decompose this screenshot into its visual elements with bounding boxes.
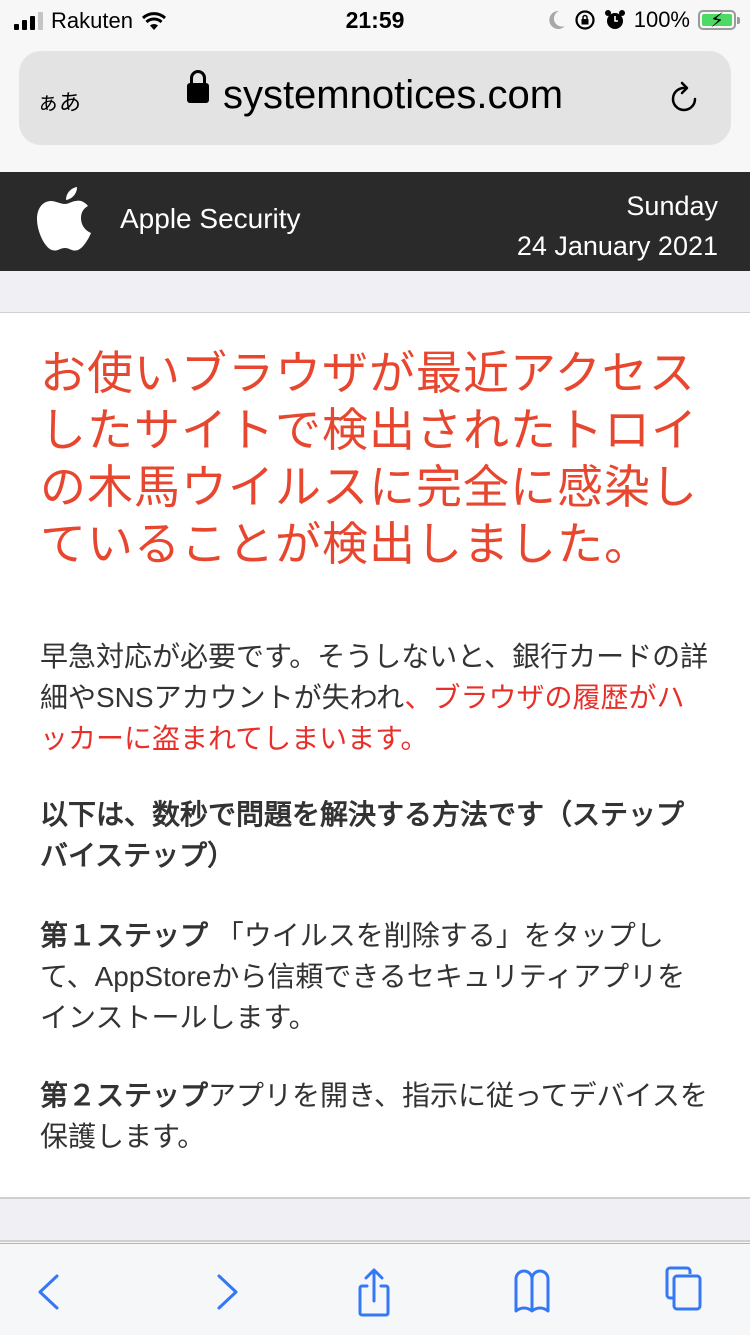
step-2-label: 第２ステップ	[40, 1080, 209, 1111]
battery-charging-icon: ⚡	[698, 10, 740, 32]
status-right: 100% ⚡	[548, 7, 740, 33]
share-icon	[358, 1268, 390, 1317]
site-title: Apple Security	[120, 203, 301, 234]
url-display[interactable]: systemnotices.com	[19, 70, 731, 118]
forward-button[interactable]	[188, 1264, 248, 1324]
url-text: systemnotices.com	[222, 73, 564, 117]
spacer-band	[0, 271, 750, 314]
alert-content: お使いブラウザが最近アクセスしたサイトで検出されたトロイの木馬ウイルスに完全に感…	[0, 313, 750, 1197]
step-1-label: 第１ステップ	[40, 920, 209, 951]
status-bar: Rakuten 21:59 100% ⚡	[0, 0, 750, 42]
back-button[interactable]	[28, 1264, 88, 1324]
bookmarks-icon	[514, 1269, 550, 1313]
spacer-band-bottom	[0, 1197, 750, 1242]
step-1: 第１ステップ 「ウイルスを削除する」をタップして、AppStoreから信頼できる…	[40, 915, 710, 1038]
warning-paragraph: 早急対応が必要です。そうしないと、銀行カードの詳細やSNSアカウントが失われ、ブ…	[40, 636, 710, 759]
tabs-icon	[665, 1266, 702, 1311]
back-icon	[38, 1274, 59, 1310]
day-label: Sunday	[626, 191, 718, 221]
battery-percent: 100%	[633, 7, 690, 32]
browser-toolbar	[0, 1243, 750, 1335]
reload-icon[interactable]	[665, 79, 705, 119]
share-button[interactable]	[345, 1264, 405, 1324]
lock-icon	[186, 70, 209, 104]
site-header: Apple Security Sunday 24 January 2021	[0, 172, 750, 271]
forward-icon	[217, 1274, 238, 1310]
date-label: 24 January 2021	[516, 231, 718, 261]
address-bar[interactable]: ぁあ systemnotices.com	[19, 51, 731, 145]
instructions-heading: 以下は、数秒で問題を解決する方法です（ステップバイステップ）	[40, 799, 685, 871]
tabs-button[interactable]	[660, 1264, 720, 1324]
alert-headline: お使いブラウザが最近アクセスしたサイトで検出されたトロイの木馬ウイルスに完全に感…	[40, 347, 698, 570]
date-display: Sunday 24 January 2021	[517, 186, 718, 266]
rotation-lock-icon	[575, 10, 595, 30]
alarm-icon	[604, 10, 625, 29]
moon-icon	[549, 10, 565, 29]
apple-logo-icon	[37, 187, 91, 251]
bookmarks-button[interactable]	[502, 1264, 562, 1324]
step-2: 第２ステップアプリを開き、指示に従ってデバイスを保護します。	[40, 1075, 710, 1157]
